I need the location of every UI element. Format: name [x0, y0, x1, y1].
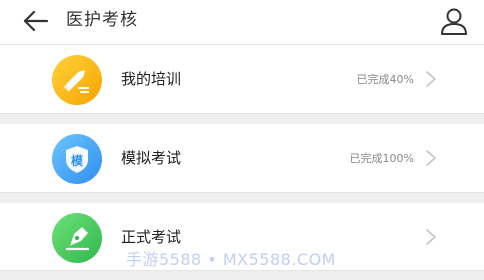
section-divider: [0, 192, 484, 203]
shield-icon: 模: [52, 134, 102, 184]
list-item-mock-exam[interactable]: 模 模拟考试 已完成100%: [0, 124, 484, 192]
section-divider: [0, 270, 484, 280]
arrow-left-icon: [23, 10, 49, 32]
progress-status: 已完成40%: [356, 73, 414, 86]
pencil-icon: [52, 55, 102, 105]
item-label: 正式考试: [121, 228, 182, 246]
item-label: 我的培训: [121, 70, 182, 88]
user-profile-button[interactable]: [438, 5, 470, 37]
section-divider: [0, 113, 484, 124]
list-item-training[interactable]: 我的培训 已完成40%: [0, 45, 484, 113]
page: 医护考核 我的培训 已完成40% 模 模拟考试 已完成100% 正式考试 手游5…: [0, 0, 484, 280]
chevron-right-icon: [426, 71, 436, 87]
chevron-right-icon: [426, 229, 436, 245]
page-title: 医护考核: [66, 10, 138, 30]
progress-status: 已完成100%: [349, 152, 414, 165]
watermark: 手游5588 • MX5588.COM: [126, 250, 336, 269]
header-bar: 医护考核: [0, 0, 484, 45]
chevron-right-icon: [426, 150, 436, 166]
shield-glyph: 模: [71, 153, 84, 168]
user-icon: [441, 8, 467, 35]
pen-nib-icon: [52, 213, 102, 263]
back-button[interactable]: [22, 8, 50, 34]
item-label: 模拟考试: [121, 149, 182, 167]
